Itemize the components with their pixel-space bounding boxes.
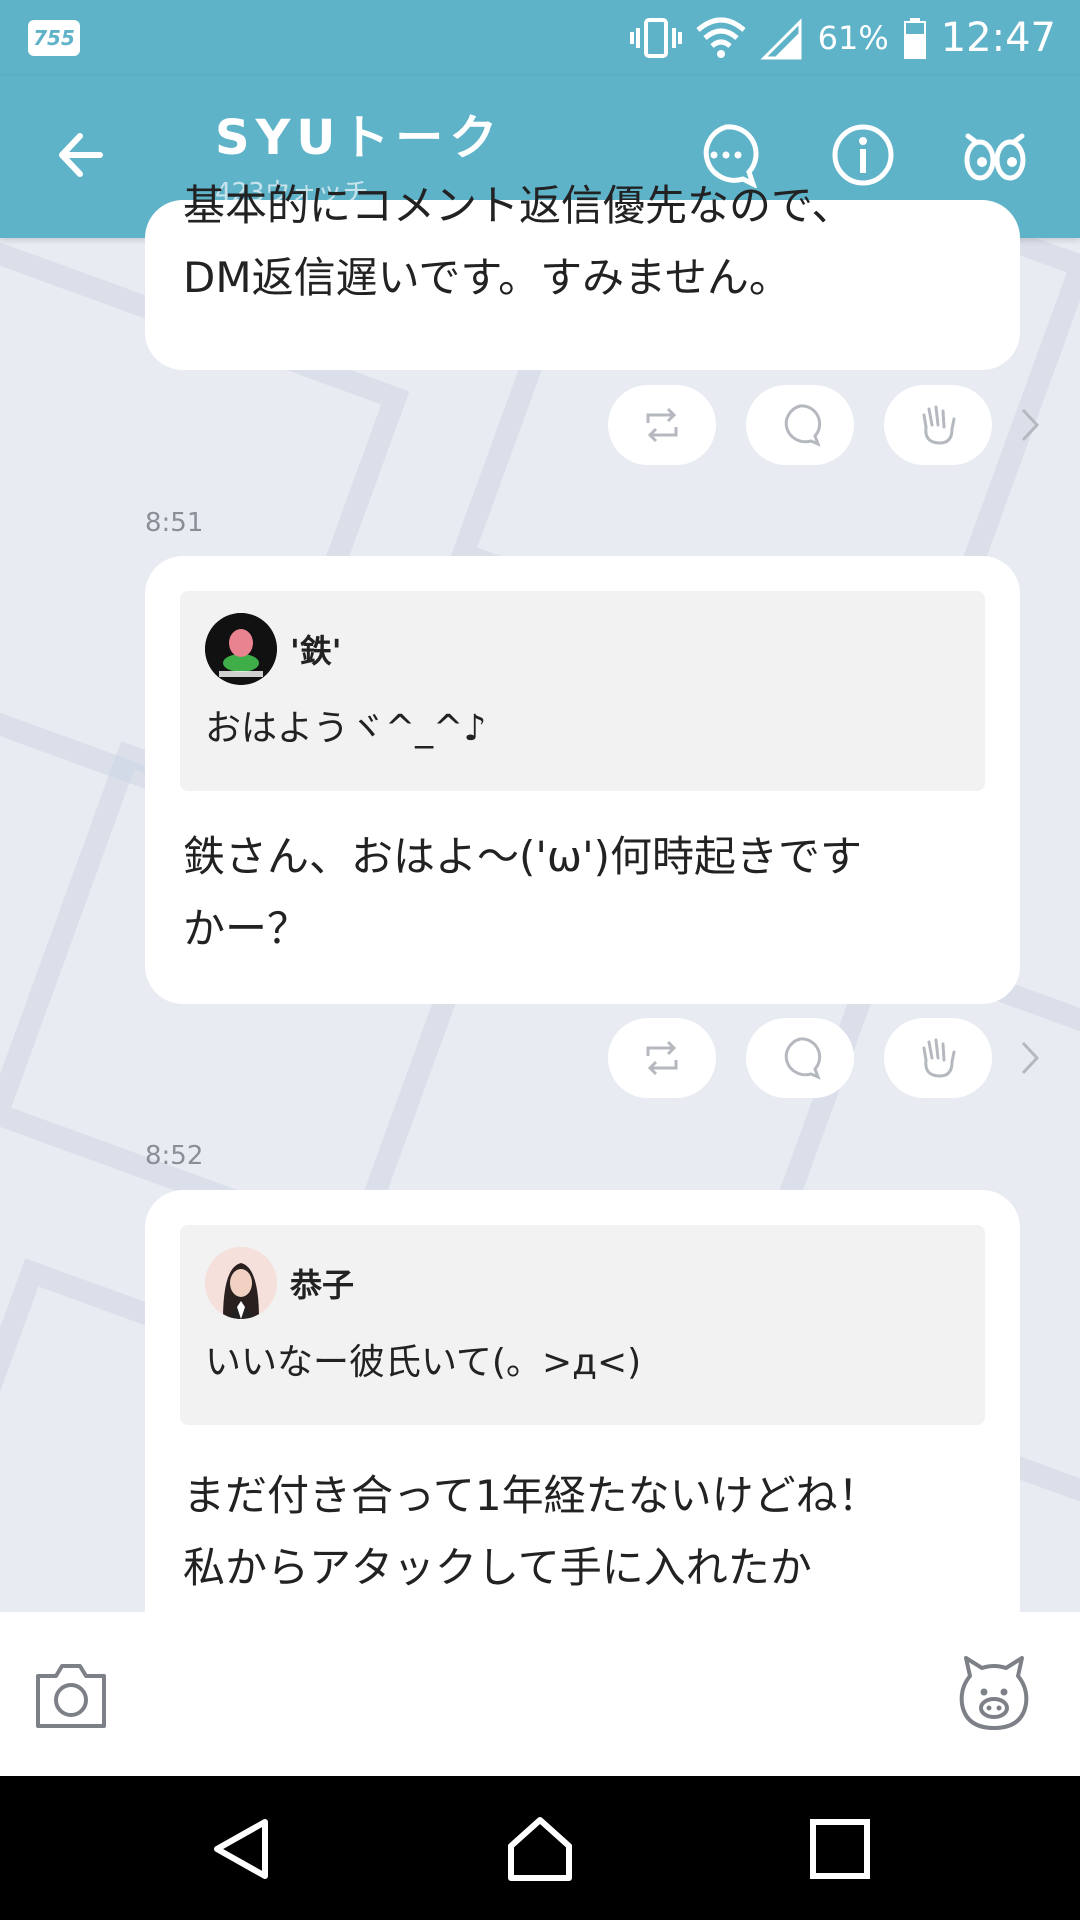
- vibrate-icon: [629, 18, 682, 58]
- message-text: 鉄さん、おはよ〜('ω')何時起きです かー？: [145, 821, 900, 965]
- input-bar: [0, 1612, 1080, 1776]
- back-arrow-icon[interactable]: [48, 120, 118, 190]
- message-actions: [608, 1018, 1040, 1098]
- back-triangle-icon[interactable]: [207, 1814, 277, 1884]
- avatar: [205, 1247, 277, 1319]
- avatar: [205, 613, 277, 685]
- wifi-icon: [695, 17, 746, 58]
- comment-button[interactable]: [746, 385, 854, 465]
- message-line: まだ付き合って1年経たないけどね！: [183, 1471, 880, 1520]
- repost-button[interactable]: [608, 385, 716, 465]
- clock: 12:47: [940, 15, 1056, 61]
- battery-icon: [903, 18, 926, 59]
- quoted-message[interactable]: 恭子 いいなー彼氏いて(。>д<): [180, 1225, 985, 1425]
- message-text: まだ付き合って1年経たないけどね！ 私からアタックして手に入れたか: [145, 1460, 918, 1604]
- timestamp: 8:51: [145, 508, 204, 538]
- quote-text: いいなー彼氏いて(。>д<): [205, 1342, 642, 1383]
- clap-button[interactable]: [884, 1018, 992, 1098]
- message-line: 基本的にコメント返信優先なので、: [183, 181, 854, 230]
- clap-icon: [922, 405, 956, 445]
- quote-text: おはようヾ^_^♪: [205, 708, 487, 749]
- home-icon[interactable]: [505, 1814, 575, 1884]
- comment-icon: [784, 1037, 822, 1080]
- stamp-icon[interactable]: [956, 1652, 1032, 1732]
- message-text: 基本的にコメント返信優先なので、 DM返信遅いです。すみません。: [145, 170, 1020, 314]
- app-badge: 755: [28, 20, 80, 56]
- message-line: DM返信遅いです。すみません。: [183, 253, 791, 302]
- comment-icon: [784, 404, 822, 447]
- quote-author: 恭子: [290, 1266, 355, 1304]
- message-actions: [608, 385, 1040, 465]
- message-card: '鉄' おはようヾ^_^♪ 鉄さん、おはよ〜('ω')何時起きです かー？: [145, 556, 1020, 1004]
- battery-percent: 61%: [817, 19, 889, 57]
- message-line: 鉄さん、おはよ〜('ω')何時起きです: [183, 832, 863, 881]
- status-bar: 755 61% 12:47: [0, 0, 1080, 76]
- quoted-message[interactable]: '鉄' おはようヾ^_^♪: [180, 591, 985, 791]
- comment-button[interactable]: [746, 1018, 854, 1098]
- repost-icon: [646, 407, 678, 443]
- system-nav-bar: [0, 1776, 1080, 1920]
- chevron-right-icon[interactable]: [1020, 407, 1040, 443]
- clap-icon: [922, 1038, 956, 1078]
- quote-author: '鉄': [290, 632, 342, 670]
- user-avatar-icon: [205, 1247, 277, 1319]
- chevron-right-icon[interactable]: [1020, 1040, 1040, 1076]
- message-card: 基本的にコメント返信優先なので、 DM返信遅いです。すみません。: [145, 181, 1020, 370]
- signal-icon: [759, 18, 802, 60]
- page-title: SYUトーク: [215, 110, 504, 166]
- repost-icon: [646, 1040, 678, 1076]
- repost-button[interactable]: [608, 1018, 716, 1098]
- pig-avatar-icon: [205, 613, 277, 685]
- message-card: 恭子 いいなー彼氏いて(。>д<) まだ付き合って1年経たないけどね！ 私からア…: [145, 1190, 1020, 1650]
- recents-icon[interactable]: [805, 1814, 875, 1884]
- camera-icon[interactable]: [34, 1658, 108, 1730]
- message-line: 私からアタックして手に入れたか: [183, 1543, 812, 1592]
- clap-button[interactable]: [884, 385, 992, 465]
- timestamp: 8:52: [145, 1141, 204, 1171]
- message-line: かー？: [183, 904, 310, 953]
